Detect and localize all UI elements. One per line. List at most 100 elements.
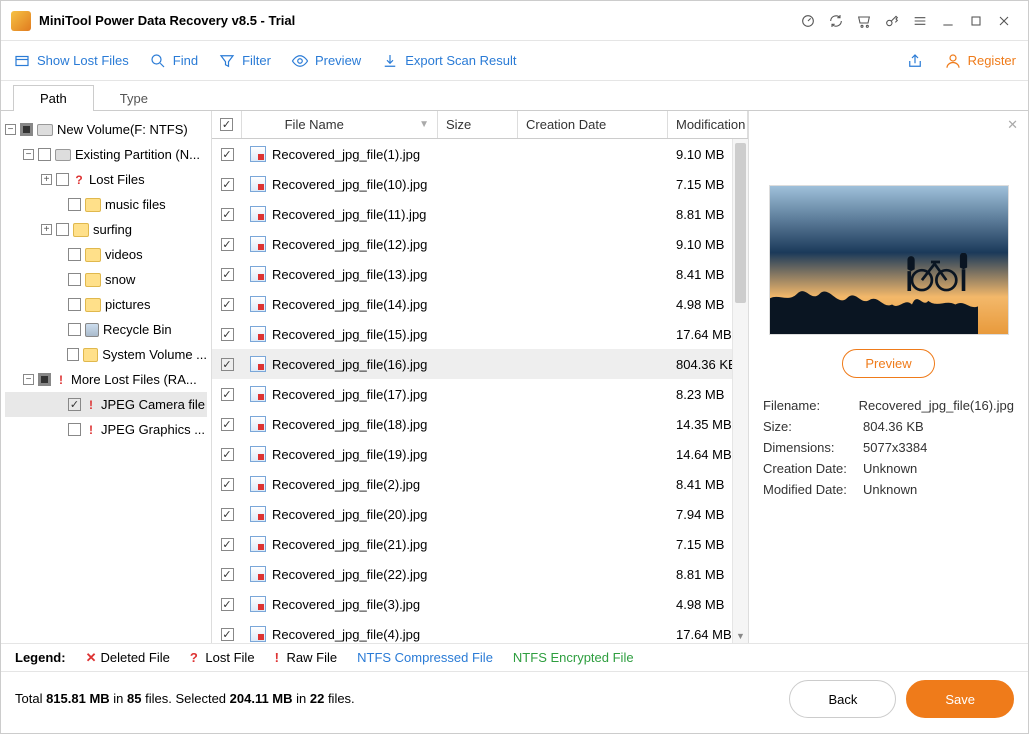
file-row[interactable]: Recovered_jpg_file(21).jpg7.15 MB	[212, 529, 748, 559]
scrollbar[interactable]: ▼	[732, 139, 748, 643]
expand-icon[interactable]: +	[41, 224, 52, 235]
checkbox[interactable]	[221, 328, 234, 341]
tree-surfing[interactable]: + surfing	[5, 217, 207, 242]
minimize-icon[interactable]	[934, 7, 962, 35]
checkbox[interactable]	[68, 398, 81, 411]
checkbox[interactable]	[221, 388, 234, 401]
checkbox[interactable]	[38, 373, 51, 386]
checkbox[interactable]	[68, 198, 81, 211]
tree-root[interactable]: − New Volume(F: NTFS)	[5, 117, 207, 142]
file-row[interactable]: Recovered_jpg_file(10).jpg7.15 MB	[212, 169, 748, 199]
file-row[interactable]: Recovered_jpg_file(15).jpg17.64 MB	[212, 319, 748, 349]
checkbox[interactable]	[221, 538, 234, 551]
file-row[interactable]: Recovered_jpg_file(19).jpg14.64 MB	[212, 439, 748, 469]
checkbox[interactable]	[56, 173, 69, 186]
close-preview-icon[interactable]: ✕	[1007, 117, 1018, 133]
checkbox[interactable]	[221, 148, 234, 161]
header-modification[interactable]: Modification	[668, 111, 748, 138]
checkbox[interactable]	[68, 273, 81, 286]
checkbox[interactable]	[68, 323, 81, 336]
checkbox[interactable]	[20, 123, 33, 136]
header-checkbox[interactable]	[212, 111, 242, 138]
file-row[interactable]: Recovered_jpg_file(16).jpg804.36 KB	[212, 349, 748, 379]
file-row[interactable]: Recovered_jpg_file(4).jpg17.64 MB	[212, 619, 748, 643]
save-button[interactable]: Save	[906, 680, 1014, 718]
checkbox[interactable]	[221, 358, 234, 371]
file-row[interactable]: Recovered_jpg_file(12).jpg9.10 MB	[212, 229, 748, 259]
checkbox[interactable]	[68, 423, 81, 436]
file-row[interactable]: Recovered_jpg_file(22).jpg8.81 MB	[212, 559, 748, 589]
close-icon[interactable]	[990, 7, 1018, 35]
register-button[interactable]: Register	[944, 52, 1016, 70]
checkbox[interactable]	[221, 448, 234, 461]
file-icon	[250, 476, 266, 492]
tree-lostfiles[interactable]: + Lost Files	[5, 167, 207, 192]
checkbox[interactable]	[221, 568, 234, 581]
scroll-down-icon[interactable]: ▼	[733, 629, 748, 643]
file-row[interactable]: Recovered_jpg_file(1).jpg9.10 MB	[212, 139, 748, 169]
menu-icon[interactable]	[906, 7, 934, 35]
header-size[interactable]: Size	[438, 111, 518, 138]
tree-existing[interactable]: − Existing Partition (N...	[5, 142, 207, 167]
raw-icon	[85, 423, 97, 437]
checkbox[interactable]	[221, 508, 234, 521]
find-button[interactable]: Find	[149, 52, 198, 70]
back-button[interactable]: Back	[789, 680, 896, 718]
file-row[interactable]: Recovered_jpg_file(13).jpg8.41 MB	[212, 259, 748, 289]
update-icon[interactable]	[822, 7, 850, 35]
collapse-icon[interactable]: −	[5, 124, 16, 135]
header-creation-date[interactable]: Creation Date	[518, 111, 668, 138]
tree-videos[interactable]: videos	[5, 242, 207, 267]
file-row[interactable]: Recovered_jpg_file(14).jpg4.98 MB	[212, 289, 748, 319]
checkbox[interactable]	[38, 148, 51, 161]
key-icon[interactable]	[878, 7, 906, 35]
checkbox[interactable]	[221, 178, 234, 191]
file-list-body[interactable]: Recovered_jpg_file(1).jpg9.10 MBRecovere…	[212, 139, 748, 643]
preview-action-button[interactable]: Preview	[842, 349, 934, 378]
tree-snow[interactable]: snow	[5, 267, 207, 292]
scrollbar-thumb[interactable]	[735, 143, 746, 303]
tree-recycle[interactable]: Recycle Bin	[5, 317, 207, 342]
tab-type[interactable]: Type	[94, 86, 174, 111]
checkbox[interactable]	[68, 298, 81, 311]
file-row[interactable]: Recovered_jpg_file(3).jpg4.98 MB	[212, 589, 748, 619]
file-row[interactable]: Recovered_jpg_file(17).jpg8.23 MB	[212, 379, 748, 409]
collapse-icon[interactable]: −	[23, 374, 34, 385]
checkbox[interactable]	[221, 268, 234, 281]
file-row[interactable]: Recovered_jpg_file(11).jpg8.81 MB	[212, 199, 748, 229]
checkbox[interactable]	[221, 628, 234, 641]
preview-panel: ✕ Preview Filename:Recovered_jpg_file(16…	[748, 111, 1028, 643]
file-row[interactable]: Recovered_jpg_file(2).jpg8.41 MB	[212, 469, 748, 499]
tree-morelost[interactable]: − More Lost Files (RA...	[5, 367, 207, 392]
checkbox[interactable]	[221, 238, 234, 251]
checkbox[interactable]	[221, 208, 234, 221]
cart-icon[interactable]	[850, 7, 878, 35]
tree-sysvol[interactable]: System Volume ...	[5, 342, 207, 367]
speed-icon[interactable]	[794, 7, 822, 35]
header-filename[interactable]: File Name▼	[242, 111, 438, 138]
maximize-icon[interactable]	[962, 7, 990, 35]
checkbox[interactable]	[221, 478, 234, 491]
preview-button[interactable]: Preview	[291, 52, 361, 70]
checkbox[interactable]	[67, 348, 79, 361]
file-row[interactable]: Recovered_jpg_file(18).jpg14.35 MB	[212, 409, 748, 439]
checkbox[interactable]	[221, 418, 234, 431]
expand-icon[interactable]: +	[41, 174, 52, 185]
sort-arrow-icon: ▼	[419, 119, 429, 130]
tree-music[interactable]: music files	[5, 192, 207, 217]
tab-path[interactable]: Path	[13, 85, 94, 111]
file-row[interactable]: Recovered_jpg_file(20).jpg7.94 MB	[212, 499, 748, 529]
checkbox[interactable]	[68, 248, 81, 261]
checkbox[interactable]	[56, 223, 69, 236]
export-button[interactable]: Export Scan Result	[381, 52, 516, 70]
checkbox[interactable]	[221, 598, 234, 611]
share-button[interactable]	[906, 52, 924, 70]
collapse-icon[interactable]: −	[23, 149, 34, 160]
checkbox[interactable]	[221, 298, 234, 311]
show-lost-button[interactable]: Show Lost Files	[13, 52, 129, 70]
app-icon	[11, 11, 31, 31]
tree-jpeg-camera[interactable]: JPEG Camera file	[5, 392, 207, 417]
tree-pictures[interactable]: pictures	[5, 292, 207, 317]
filter-button[interactable]: Filter	[218, 52, 271, 70]
tree-jpeg-graphics[interactable]: JPEG Graphics ...	[5, 417, 207, 442]
